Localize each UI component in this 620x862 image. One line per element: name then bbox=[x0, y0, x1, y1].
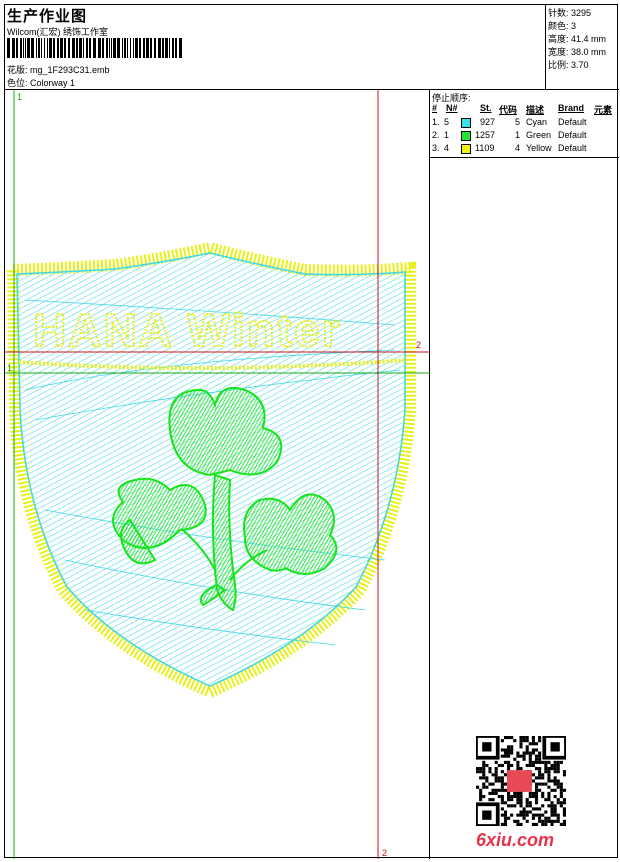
design-stats: 针数: 3295 颜色: 3 高度: 41.4 mm 宽度: 38.0 mm 比… bbox=[546, 5, 619, 90]
color-count: 颜色: 3 bbox=[548, 21, 577, 31]
color-swatch-green bbox=[461, 131, 471, 141]
design-file-name: 花版: mg_1F293C31.emb bbox=[7, 65, 110, 75]
guide-label-v-red: 2 bbox=[382, 848, 388, 858]
table-row-brand: Default bbox=[558, 117, 587, 127]
col-header-needle: N# bbox=[446, 103, 458, 113]
qr-code bbox=[476, 736, 566, 826]
watermark: 6xiu.com bbox=[476, 830, 555, 850]
table-row-description: Cyan bbox=[526, 117, 548, 127]
col-header-brand: Brand bbox=[558, 103, 585, 113]
stop-sequence-panel: 停止顺序: # N# St. 代码 描述 Brand 元素 1. 5 927 5… bbox=[430, 90, 619, 158]
table-row-needle: 5 bbox=[444, 117, 450, 127]
col-header-stitches: St. bbox=[480, 103, 492, 113]
table-row-brand: Default bbox=[558, 143, 587, 153]
table-row-index: 3. bbox=[432, 143, 440, 153]
color-swatch-yellow bbox=[461, 144, 471, 154]
col-header-description: 描述 bbox=[526, 105, 545, 115]
barcode bbox=[7, 38, 182, 58]
design-text: HANA Winter bbox=[33, 304, 342, 356]
sheet-header: 生产作业图 Wilcom(汇宏) 绣饰工作室 花版: mg_1F293C31.e… bbox=[5, 5, 546, 90]
table-row-description: Green bbox=[526, 130, 552, 140]
table-row-code: 4 bbox=[515, 143, 521, 153]
table-row-description: Yellow bbox=[526, 143, 552, 153]
table-row-needle: 1 bbox=[444, 130, 450, 140]
table-row-stitches: 1257 bbox=[475, 130, 496, 140]
color-swatch-cyan bbox=[461, 118, 471, 128]
colorway-name: 色位: Colorway 1 bbox=[7, 78, 76, 88]
table-row-stitches: 927 bbox=[480, 117, 496, 127]
table-row-index: 2. bbox=[432, 130, 440, 140]
design-width: 宽度: 38.0 mm bbox=[548, 47, 607, 57]
table-row-needle: 4 bbox=[444, 143, 450, 153]
page-title: 生产作业图 bbox=[7, 8, 88, 25]
embroidery-preview: HANA Winter bbox=[5, 90, 430, 859]
table-row-brand: Default bbox=[558, 130, 587, 140]
design-canvas: HANA Winter 1 1 2 2 bbox=[5, 90, 430, 859]
scale-ratio: 比例: 3.70 bbox=[548, 60, 589, 70]
guide-label-h-red: 2 bbox=[416, 340, 422, 350]
table-row-stitches: 1109 bbox=[475, 143, 495, 153]
col-header-index: # bbox=[432, 103, 438, 113]
guide-label-v-green: 1 bbox=[17, 92, 23, 102]
qr-logo-icon bbox=[507, 770, 532, 792]
col-header-code: 代码 bbox=[499, 105, 518, 115]
production-sheet: 生产作业图 Wilcom(汇宏) 绣饰工作室 花版: mg_1F293C31.e… bbox=[4, 4, 619, 859]
table-row-index: 1. bbox=[432, 117, 440, 127]
table-row-code: 1 bbox=[515, 130, 521, 140]
studio-subtitle: Wilcom(汇宏) 绣饰工作室 bbox=[7, 27, 108, 37]
table-row-code: 5 bbox=[515, 117, 521, 127]
stitch-count: 针数: 3295 bbox=[548, 8, 592, 18]
guide-label-h-green: 1 bbox=[7, 363, 13, 373]
design-height: 高度: 41.4 mm bbox=[548, 34, 607, 44]
col-header-element: 元素 bbox=[594, 105, 613, 115]
